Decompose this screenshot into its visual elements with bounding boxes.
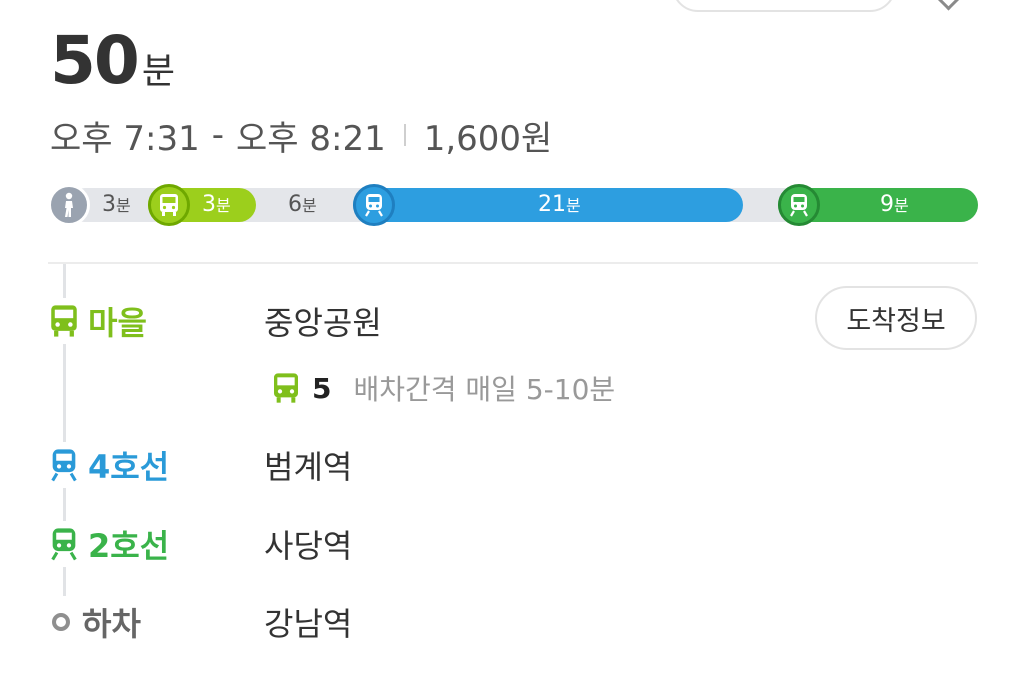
top-action-button[interactable] xyxy=(672,0,896,12)
timeline-line4-label: 21분 xyxy=(538,192,581,217)
route-step-alight[interactable]: 하차 xyxy=(46,597,145,647)
route-step-mode: 2호선 xyxy=(46,521,174,567)
arrive-time: 오후 8:21 xyxy=(236,118,386,159)
depart-time: 오후 7:31 xyxy=(50,118,200,159)
route-step-line4[interactable]: 4호선 xyxy=(46,440,174,490)
bus-icon xyxy=(270,372,302,404)
station-name: 범계역 xyxy=(264,448,353,486)
alight-dot-icon xyxy=(52,613,70,631)
bus-number[interactable]: 5 xyxy=(312,372,331,405)
subway-icon xyxy=(778,184,820,226)
total-duration: 50 분 xyxy=(50,22,175,99)
timeline-bus-label: 3분 xyxy=(202,192,231,217)
total-duration-number: 50 xyxy=(50,22,140,99)
route-step-mode-label: 마을 xyxy=(88,304,147,342)
summary-separator xyxy=(403,124,406,146)
route-step-bus[interactable]: 마을 xyxy=(46,296,151,346)
route-step-mode-label: 하차 xyxy=(82,605,141,643)
timeline-transfer-label: 6분 xyxy=(288,192,317,217)
bus-icon xyxy=(148,184,190,226)
bus-interval: 배차간격 매일 5-10분 xyxy=(353,373,616,406)
section-divider xyxy=(48,262,978,264)
timeline-line2-label: 9분 xyxy=(880,192,909,217)
subway-icon xyxy=(353,184,395,226)
walk-icon xyxy=(48,184,90,226)
station-name: 사당역 xyxy=(264,527,353,565)
station-name: 중앙공원 xyxy=(264,304,382,342)
route-step-mode-label: 4호선 xyxy=(88,448,170,486)
bus-icon xyxy=(46,303,82,339)
route-step-line2[interactable]: 2호선 xyxy=(46,519,174,569)
subway-icon xyxy=(46,447,82,483)
time-range-dash: - xyxy=(211,115,224,155)
route-timeline-bar: 3분 3분 6분 21분 9분 xyxy=(48,184,978,226)
bus-info-row: 5 배차간격 매일 5-10분 xyxy=(270,366,615,410)
route-step-mode-label: 2호선 xyxy=(88,527,170,565)
station-name: 강남역 xyxy=(264,605,353,643)
route-step-mode: 하차 xyxy=(46,599,145,645)
timeline-walk-label: 3분 xyxy=(102,192,131,217)
subway-icon xyxy=(46,526,82,562)
route-step-mode: 4호선 xyxy=(46,442,174,488)
route-step-mode: 마을 xyxy=(46,298,151,344)
arrival-info-button[interactable]: 도착정보 xyxy=(815,286,977,350)
fare: 1,600원 xyxy=(423,118,553,159)
trip-summary: 오후 7:31 - 오후 8:21 1,600원 xyxy=(50,112,553,159)
total-duration-unit: 분 xyxy=(141,51,175,92)
route-detail-page: 50 분 오후 7:31 - 오후 8:21 1,600원 3분 3분 6분 2… xyxy=(0,0,1026,681)
chevron-down-icon[interactable] xyxy=(936,0,961,11)
